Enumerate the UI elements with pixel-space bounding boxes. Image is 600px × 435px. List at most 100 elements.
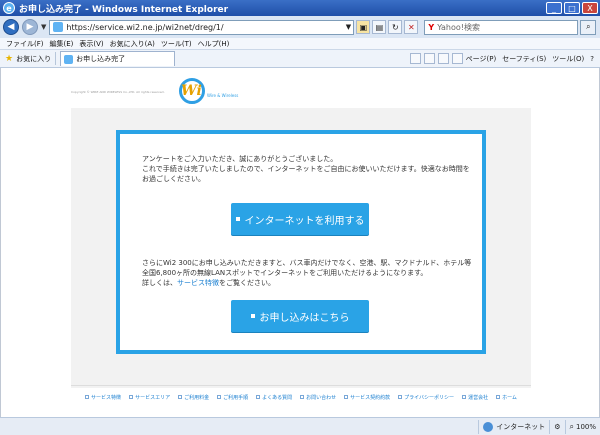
ie-logo-icon: e <box>3 2 15 14</box>
compatibility-icon[interactable]: ▤ <box>372 20 387 34</box>
address-dropdown-icon[interactable]: ▼ <box>343 23 353 31</box>
menu-favorites[interactable]: お気に入り(A) <box>110 39 155 49</box>
upsell-message: さらにWi2 300にお申し込みいただきますと、バス車内だけでなく、空港、駅、マ… <box>142 258 472 288</box>
browser-tab[interactable]: お申し込み完了 <box>60 51 176 66</box>
copyright-text: Copyright © WIRE AND WIRELESS Co.,LTD. A… <box>71 90 165 94</box>
favorites-label[interactable]: お気に入り <box>16 54 51 64</box>
maximize-button[interactable]: □ <box>564 2 580 14</box>
mail-icon[interactable] <box>437 53 449 64</box>
site-header: Copyright © WIRE AND WIRELESS Co.,LTD. A… <box>71 74 531 104</box>
link-bullet-icon <box>496 395 501 399</box>
button-bullet-icon <box>250 314 255 318</box>
link-bullet-icon <box>462 395 467 399</box>
tab-favicon-icon <box>64 54 74 64</box>
menu-edit[interactable]: 編集(E) <box>50 39 74 49</box>
footer-link-label: お問い合わせ <box>306 394 337 401</box>
menu-view[interactable]: 表示(V) <box>79 39 103 49</box>
footer-link[interactable]: ご利用料金 <box>178 394 209 401</box>
page-viewport: Copyright © WIRE AND WIRELESS Co.,LTD. A… <box>0 68 600 417</box>
tools-menu[interactable]: ツール(O) <box>552 54 584 64</box>
footer-link-label: 運営会社 <box>468 394 489 401</box>
logo-ring-icon: Wi <box>179 78 205 104</box>
footer-link-label: ホーム <box>502 394 517 401</box>
footer-link[interactable]: サービスエリア <box>129 394 170 401</box>
logo-text: Wi <box>181 83 202 99</box>
home-icon[interactable] <box>409 53 421 64</box>
globe-icon <box>483 421 494 432</box>
divider <box>55 52 57 65</box>
feeds-icon[interactable] <box>423 53 435 64</box>
link-bullet-icon <box>217 395 222 399</box>
link-bullet-icon <box>129 395 134 399</box>
apply-button[interactable]: お申し込みはこちら <box>231 300 369 332</box>
url-text[interactable]: https://service.wi2.ne.jp/wi2net/dreg/1/ <box>66 23 343 32</box>
tab-title: お申し込み完了 <box>76 55 126 63</box>
menu-help[interactable]: ヘルプ(H) <box>198 39 230 49</box>
apply-label: お申し込みはこちら <box>259 312 350 324</box>
footer-link-label: サービス特徴 <box>91 394 122 401</box>
footer-link-label: プライバシーポリシー <box>404 394 455 401</box>
yahoo-icon: Y <box>428 22 435 32</box>
completion-panel: アンケートをご入力いただき、誠にありがとうございました。 これで手続きは完了いた… <box>116 130 486 354</box>
status-bar: インターネット ⚙ ⌕ 100% <box>0 417 600 435</box>
wi2-logo[interactable]: Wi Wire & Wireless <box>179 78 238 104</box>
help-icon[interactable]: ? <box>590 55 594 63</box>
address-toolbar: ◀ ▶ ▼ https://service.wi2.ne.jp/wi2net/d… <box>0 16 600 38</box>
favorites-star-icon[interactable]: ★ <box>5 54 13 64</box>
footer-link-label: よくある質問 <box>262 394 293 401</box>
thanks-message: アンケートをご入力いただき、誠にありがとうございました。 これで手続きは完了いた… <box>142 155 470 183</box>
back-button[interactable]: ◀ <box>3 19 19 35</box>
site-favicon-icon <box>53 22 64 32</box>
link-bullet-icon <box>300 395 305 399</box>
search-input[interactable]: Y Yahoo!検索 <box>424 19 579 35</box>
footer-link-label: ご利用料金 <box>184 394 210 401</box>
print-icon[interactable] <box>451 53 463 64</box>
stop-icon[interactable]: ✕ <box>404 20 419 34</box>
zoom-icon: ⌕ <box>569 421 574 431</box>
link-bullet-icon <box>344 395 349 399</box>
use-internet-label: インターネットを利用する <box>244 215 365 227</box>
menu-bar: ファイル(F) 編集(E) 表示(V) お気に入り(A) ツール(T) ヘルプ(… <box>0 38 600 50</box>
zoom-control[interactable]: ⌕ 100% <box>564 419 600 434</box>
favorites-bar: ★ お気に入り お申し込み完了 ページ(P) セーフティ(S) ツール(O) ? <box>0 50 600 68</box>
protected-mode-icon[interactable]: ⚙ <box>549 419 564 434</box>
footer-link[interactable]: よくある質問 <box>256 394 292 401</box>
link-bullet-icon <box>178 395 183 399</box>
use-internet-button[interactable]: インターネットを利用する <box>231 203 369 235</box>
minimize-button[interactable]: _ <box>546 2 562 14</box>
footer-link[interactable]: ホーム <box>496 394 517 401</box>
window-titlebar: e お申し込み完了 - Windows Internet Explorer _ … <box>0 0 600 16</box>
menu-tools[interactable]: ツール(T) <box>161 39 192 49</box>
footer-link[interactable]: プライバシーポリシー <box>398 394 454 401</box>
safety-menu[interactable]: セーフティ(S) <box>502 54 546 64</box>
footer-link[interactable]: お問い合わせ <box>300 394 336 401</box>
close-button[interactable]: X <box>582 2 598 14</box>
lock-icon[interactable]: ▣ <box>356 20 371 34</box>
menu-file[interactable]: ファイル(F) <box>6 39 44 49</box>
button-bullet-icon <box>235 217 240 221</box>
window-title: お申し込み完了 - Windows Internet Explorer <box>19 4 229 15</box>
link-bullet-icon <box>256 395 261 399</box>
history-dropdown-icon[interactable]: ▼ <box>41 23 46 31</box>
command-bar: ページ(P) セーフティ(S) ツール(O) ? <box>409 53 600 64</box>
page-menu[interactable]: ページ(P) <box>466 54 497 64</box>
refresh-icon[interactable]: ↻ <box>388 20 403 34</box>
footer-link[interactable]: サービス契約約款 <box>344 394 390 401</box>
upsell-text-end: をご覧ください。 <box>219 279 275 287</box>
address-field[interactable]: https://service.wi2.ne.jp/wi2net/dreg/1/… <box>49 19 355 35</box>
link-bullet-icon <box>398 395 403 399</box>
footer-link[interactable]: サービス特徴 <box>85 394 121 401</box>
footer-link-label: サービスエリア <box>135 394 171 401</box>
footer-link[interactable]: 運営会社 <box>462 394 488 401</box>
service-features-link[interactable]: サービス特徴 <box>177 279 219 287</box>
forward-button[interactable]: ▶ <box>22 19 38 35</box>
footer-divider <box>71 385 531 386</box>
logo-subtitle: Wire & Wireless <box>207 93 239 98</box>
search-button[interactable]: ⌕ <box>580 19 597 35</box>
footer-link[interactable]: ご利用手順 <box>217 394 248 401</box>
footer-link-label: サービス契約約款 <box>350 394 391 401</box>
footer-nav: サービス特徴 サービスエリア ご利用料金 ご利用手順 よくある質問 お問い合わせ… <box>71 390 531 404</box>
zone-label: インターネット <box>496 422 546 431</box>
security-zone[interactable]: インターネット <box>478 419 549 434</box>
zoom-level: 100% <box>575 422 596 431</box>
